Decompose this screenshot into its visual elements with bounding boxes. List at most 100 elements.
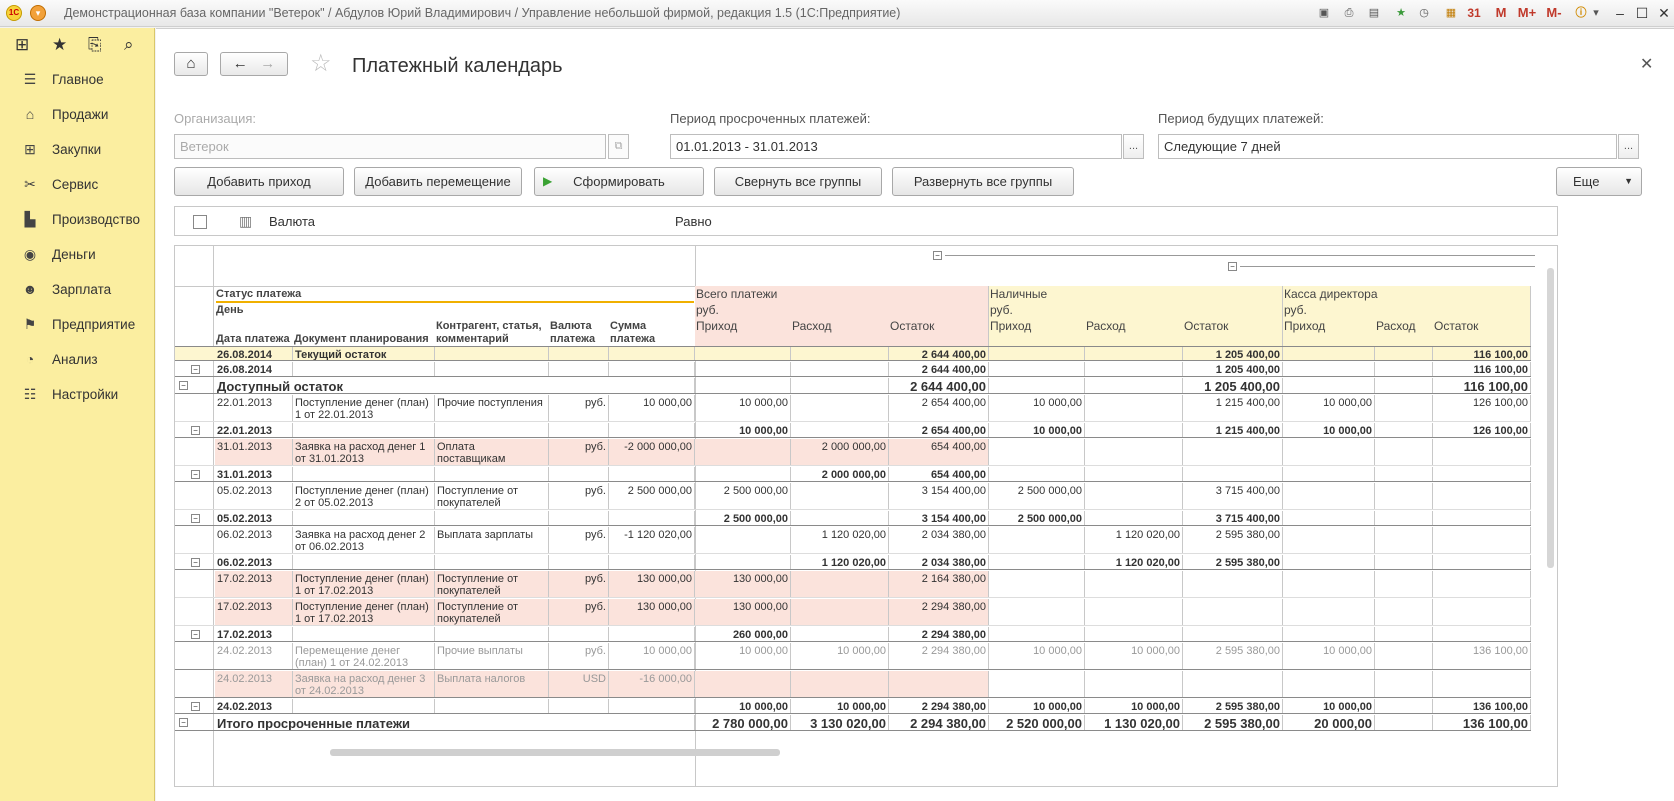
cell-ctr: Поступление от покупателей	[435, 599, 549, 625]
table-row[interactable]: 17.02.2013 Поступление денег (план) 1 от …	[175, 571, 1531, 598]
cell-ctr	[435, 511, 549, 525]
sidebar-item-7[interactable]: ⚑ Предприятие	[0, 307, 154, 342]
info-icon[interactable]: ⓘ	[1573, 5, 1589, 21]
cell-sum: 130 000,00	[609, 571, 695, 597]
org-field[interactable]: Ветерок	[174, 134, 606, 159]
minimize-button[interactable]: –	[1610, 3, 1630, 23]
maximize-button[interactable]: ☐	[1632, 3, 1652, 23]
org-open-icon[interactable]: ⧉	[608, 134, 629, 159]
table-row[interactable]: 22.01.2013 Поступление денег (план) 1 от …	[175, 395, 1531, 422]
table-row[interactable]: 24.02.2013 Заявка на расход денег 3 от 24…	[175, 671, 1531, 698]
cell-amount	[695, 378, 791, 393]
future-period-select-button[interactable]: ...	[1618, 134, 1639, 159]
star-icon[interactable]: ★	[52, 35, 67, 55]
cell-amount: 2 500 000,00	[695, 511, 791, 525]
cell-doc: Заявка на расход денег 3 от 24.02.2013	[293, 671, 435, 697]
add-move-button[interactable]: Добавить перемещение	[354, 167, 522, 196]
mem-plus-button[interactable]: M+	[1516, 5, 1538, 21]
forward-button[interactable]: →	[260, 55, 275, 72]
collapse-icon[interactable]: −	[191, 702, 200, 711]
save-icon[interactable]: ▣	[1316, 5, 1332, 21]
cell-sum: 130 000,00	[609, 599, 695, 625]
main-menu-icon[interactable]: ▾	[30, 5, 46, 21]
collapse-icon[interactable]: −	[179, 718, 188, 727]
cell-amount: 1 205 400,00	[1183, 362, 1283, 376]
collapse-icon[interactable]: −	[933, 251, 942, 260]
cell-amount: 116 100,00	[1433, 347, 1531, 360]
filter-checkbox[interactable]	[193, 215, 207, 229]
add-income-button[interactable]: Добавить приход	[174, 167, 344, 196]
cell-amount	[1183, 599, 1283, 625]
close-icon[interactable]: ✕	[1640, 54, 1653, 74]
back-button[interactable]: ←	[233, 55, 248, 72]
group-row[interactable]: − 31.01.2013 2 000 000,00 654 400,00	[175, 467, 1531, 482]
collapse-icon[interactable]: −	[191, 426, 200, 435]
collapse-groups-button[interactable]: Свернуть все группы	[714, 167, 882, 196]
collapse-icon[interactable]: −	[191, 558, 200, 567]
cell-amount	[695, 362, 791, 376]
summary-row[interactable]: − Доступный остаток 2 644 400,00 1 205 400,…	[175, 378, 1531, 394]
sidebar-item-8[interactable]: ◔ Анализ	[0, 342, 154, 377]
group-row[interactable]: −22.01.2013 10 000,00 2 654 400,00 10 000,0…	[175, 423, 1531, 438]
cell-amount	[791, 627, 889, 641]
history-icon[interactable]: ◷	[1416, 5, 1432, 21]
chevron-down-icon[interactable]: ▾	[1588, 5, 1604, 21]
apps-grid-icon[interactable]: ⊞	[15, 35, 29, 55]
favorite-star-icon[interactable]: ☆	[310, 49, 332, 78]
search-icon[interactable]: ⌕	[124, 35, 134, 55]
sidebar-item-3[interactable]: ✂ Сервис	[0, 167, 154, 202]
history-icon[interactable]: ⎘	[88, 35, 102, 55]
vertical-scrollbar[interactable]	[1547, 268, 1554, 568]
collapse-icon[interactable]: −	[179, 381, 188, 390]
group-row[interactable]: −06.02.2013 1 120 020,00 2 034 380,00 1 120…	[175, 555, 1531, 570]
group-row[interactable]: −24.02.2013 10 000,00 10 000,00 2 294 380,0…	[175, 699, 1531, 714]
group-row[interactable]: − 26.08.2014 2 644 400,00 1 205 400,00 116 1…	[175, 362, 1531, 377]
more-label: Еще	[1573, 174, 1600, 189]
1c-logo-icon[interactable]: 1С	[6, 5, 22, 21]
overdue-period-select-button[interactable]: ...	[1123, 134, 1144, 159]
cell-amount	[1375, 511, 1433, 525]
future-period-field[interactable]: Следующие 7 дней	[1158, 134, 1617, 159]
table-row[interactable]: 31.01.2013 Заявка на расход денег 1 от 31…	[175, 439, 1531, 466]
mem-minus-button[interactable]: M-	[1543, 5, 1565, 21]
sidebar-item-2[interactable]: ⊞ Закупки	[0, 132, 154, 167]
table-row[interactable]: 05.02.2013 Поступление денег (план) 2 от …	[175, 483, 1531, 510]
favorites-icon[interactable]: ★	[1393, 5, 1409, 21]
mem-button[interactable]: M	[1493, 5, 1509, 21]
collapse-icon[interactable]: −	[191, 470, 200, 479]
collapse-icon[interactable]: −	[191, 630, 200, 639]
horizontal-scrollbar[interactable]	[330, 749, 780, 756]
sidebar-item-1[interactable]: ⌂ Продажи	[0, 97, 154, 132]
sidebar-item-6[interactable]: ☻ Зарплата	[0, 272, 154, 307]
cell-cur: руб.	[549, 643, 609, 669]
table-row[interactable]: 26.08.2014 Текущий остаток 2 644 400,00 1 2…	[175, 347, 1531, 361]
sidebar-item-5[interactable]: ◉ Деньги	[0, 237, 154, 272]
print-icon[interactable]: ⎙	[1341, 5, 1357, 21]
group-row[interactable]: −05.02.2013 2 500 000,00 3 154 400,00 2 500…	[175, 511, 1531, 526]
cell-ctr	[435, 362, 549, 376]
collapse-icon[interactable]: −	[191, 365, 200, 374]
group-row[interactable]: − 17.02.2013 260 000,00 2 294 380,00	[175, 627, 1531, 642]
cell-amount	[1183, 467, 1283, 481]
close-window-button[interactable]: ✕	[1654, 3, 1674, 23]
summary-row[interactable]: − Итого просроченные платежи 2 780 000,00 3…	[175, 715, 1531, 731]
table-row[interactable]: 17.02.2013 Поступление денег (план) 1 от …	[175, 599, 1531, 626]
cell-amount: 3 154 400,00	[889, 511, 989, 525]
sidebar-item-4[interactable]: ▙ Производство	[0, 202, 154, 237]
overdue-period-field[interactable]: 01.01.2013 - 31.01.2013	[670, 134, 1122, 159]
cell-amount	[791, 423, 889, 437]
calculator-icon[interactable]: ▦	[1443, 5, 1459, 21]
home-button[interactable]: ⌂	[174, 52, 208, 76]
calendar-icon[interactable]: 31	[1466, 5, 1482, 21]
collapse-icon[interactable]: −	[191, 514, 200, 523]
table-row[interactable]: 24.02.2013 Перемещение денег (план) 1 от …	[175, 643, 1531, 670]
sidebar-item-9[interactable]: ☷ Настройки	[0, 377, 154, 412]
sidebar-item-0[interactable]: ☰ Главное	[0, 62, 154, 97]
table-row[interactable]: 06.02.2013 Заявка на расход денег 2 от 06…	[175, 527, 1531, 554]
collapse-icon[interactable]: −	[1228, 262, 1237, 271]
payment-calendar-grid: − − Статус платежа День Дата платежа Докуме…	[174, 245, 1558, 787]
generate-button[interactable]: ▶ Сформировать	[534, 167, 704, 196]
preview-icon[interactable]: ▤	[1366, 5, 1382, 21]
more-button[interactable]: Еще ▼	[1556, 167, 1642, 196]
expand-groups-button[interactable]: Развернуть все группы	[892, 167, 1074, 196]
